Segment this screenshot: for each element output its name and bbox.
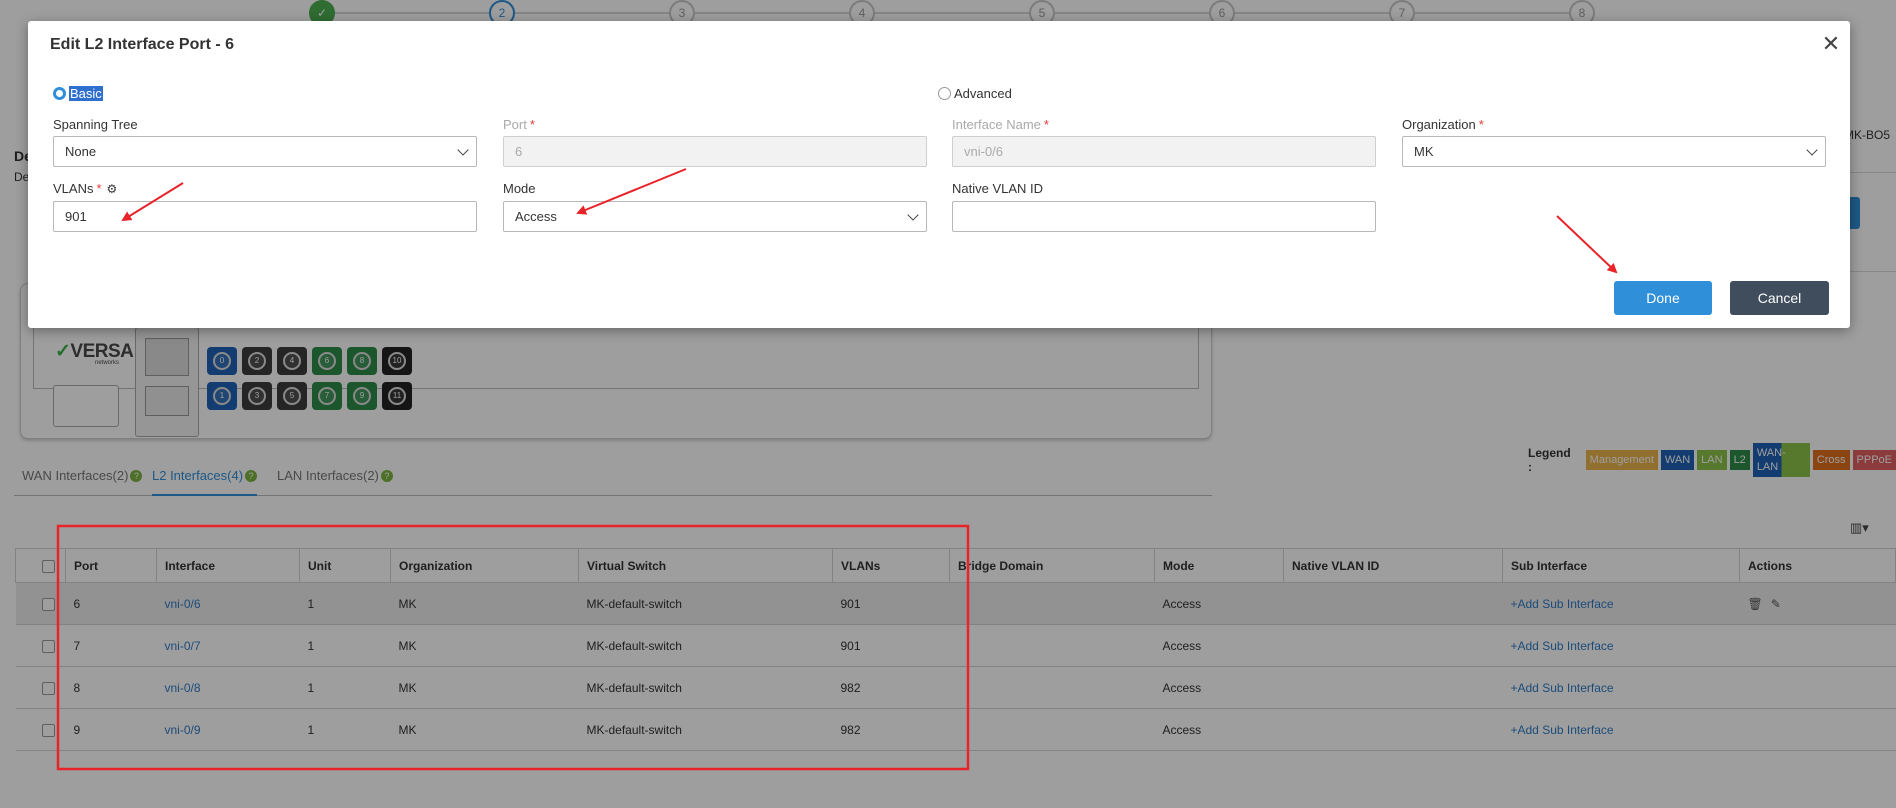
port-field: 6 xyxy=(503,136,927,167)
radio-advanced[interactable]: Advanced xyxy=(938,86,1012,101)
spanning-tree-label: Spanning Tree xyxy=(53,117,138,132)
cancel-button[interactable]: Cancel xyxy=(1730,281,1829,315)
chevron-down-icon xyxy=(457,144,469,156)
chevron-down-icon xyxy=(1806,144,1818,156)
close-icon[interactable]: ✕ xyxy=(1821,33,1841,55)
mode-label: Mode xyxy=(503,181,536,196)
radio-advanced-dot[interactable] xyxy=(938,87,951,100)
port-label: Port * xyxy=(503,117,535,132)
chevron-down-icon xyxy=(907,209,919,221)
vlans-input[interactable]: 901 xyxy=(53,201,477,232)
interface-name-label: Interface Name * xyxy=(952,117,1049,132)
gear-icon[interactable]: ⚙ xyxy=(107,182,118,196)
radio-advanced-label: Advanced xyxy=(954,86,1012,101)
spanning-tree-select[interactable]: None xyxy=(53,136,477,167)
interface-name-field: vni-0/6 xyxy=(952,136,1376,167)
vlans-label: VLANs * ⚙ xyxy=(53,181,118,196)
native-vlan-id-input[interactable] xyxy=(952,201,1376,232)
mode-select[interactable]: Access xyxy=(503,201,927,232)
organization-select[interactable]: MK xyxy=(1402,136,1826,167)
radio-basic-label: Basic xyxy=(69,86,103,101)
native-vlan-id-label: Native VLAN ID xyxy=(952,181,1044,196)
modal-title: Edit L2 Interface Port - 6 xyxy=(50,36,235,53)
radio-basic-dot[interactable] xyxy=(53,87,66,100)
done-button[interactable]: Done xyxy=(1614,281,1712,315)
radio-basic[interactable]: Basic xyxy=(53,86,103,101)
edit-l2-interface-modal: Edit L2 Interface Port - 6 ✕ Basic Advan… xyxy=(28,21,1850,328)
organization-label: Organization * xyxy=(1402,117,1484,132)
